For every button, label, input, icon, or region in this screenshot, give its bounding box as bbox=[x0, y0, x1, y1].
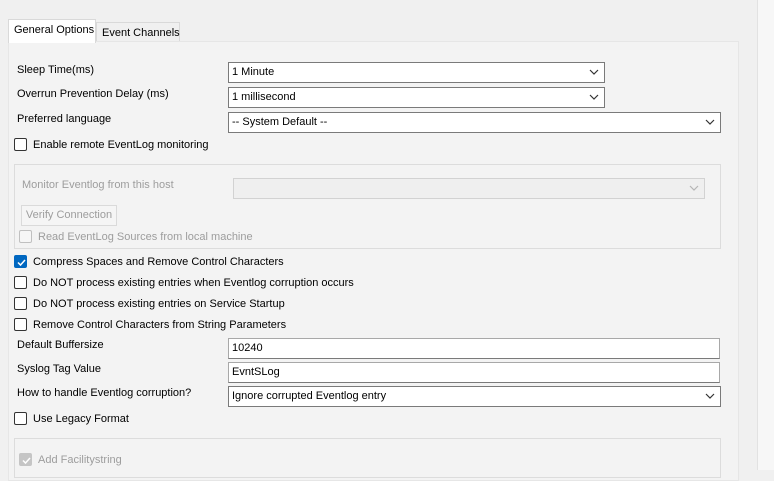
overrun-delay-value: 1 millisecond bbox=[232, 91, 296, 103]
chevron-down-icon bbox=[589, 69, 599, 75]
checkmark-icon bbox=[17, 259, 26, 267]
sleep-time-label: Sleep Time(ms) bbox=[17, 64, 95, 76]
chevron-down-icon bbox=[705, 119, 715, 125]
corruption-handling-value: Ignore corrupted Eventlog entry bbox=[232, 390, 387, 402]
add-facility-label: Add Facilitystring bbox=[38, 454, 122, 466]
vertical-scrollbar[interactable] bbox=[757, 0, 774, 470]
legacy-format-checkbox[interactable] bbox=[14, 412, 27, 425]
overrun-delay-label: Overrun Prevention Delay (ms) bbox=[17, 88, 169, 100]
no-process-startup-checkbox[interactable] bbox=[14, 297, 27, 310]
tab-bar: Event Channels General Options bbox=[0, 0, 757, 44]
preferred-language-label: Preferred language bbox=[17, 113, 112, 125]
verify-connection-button[interactable]: Verify Connection bbox=[21, 205, 117, 226]
preferred-language-select[interactable]: -- System Default -- bbox=[228, 112, 721, 133]
default-buffersize-input[interactable]: 10240 bbox=[228, 338, 720, 359]
default-buffersize-label: Default Buffersize bbox=[17, 339, 104, 351]
remove-control-chars-checkbox[interactable] bbox=[14, 318, 27, 331]
enable-remote-label: Enable remote EventLog monitoring bbox=[33, 139, 209, 151]
legacy-format-label: Use Legacy Format bbox=[33, 413, 129, 425]
corruption-handling-label: How to handle Eventlog corruption? bbox=[17, 387, 192, 399]
syslog-tag-label: Syslog Tag Value bbox=[17, 363, 101, 375]
corruption-handling-select[interactable]: Ignore corrupted Eventlog entry bbox=[228, 386, 721, 407]
checkmark-icon bbox=[22, 457, 31, 465]
no-process-startup-label: Do NOT process existing entries on Servi… bbox=[33, 298, 285, 310]
add-facility-checkbox[interactable] bbox=[19, 453, 32, 466]
no-process-corruption-label: Do NOT process existing entries when Eve… bbox=[33, 277, 354, 289]
chevron-down-icon bbox=[705, 393, 715, 399]
read-sources-checkbox[interactable] bbox=[19, 230, 32, 243]
overrun-delay-select[interactable]: 1 millisecond bbox=[228, 87, 605, 108]
sleep-time-value: 1 Minute bbox=[232, 66, 275, 78]
chevron-down-icon bbox=[689, 185, 699, 191]
read-sources-label: Read EventLog Sources from local machine bbox=[38, 231, 253, 243]
preferred-language-value: -- System Default -- bbox=[232, 116, 328, 128]
enable-remote-checkbox[interactable] bbox=[14, 138, 27, 151]
sleep-time-select[interactable]: 1 Minute bbox=[228, 62, 605, 83]
compress-spaces-label: Compress Spaces and Remove Control Chara… bbox=[33, 256, 284, 268]
chevron-down-icon bbox=[589, 94, 599, 100]
tab-general-options[interactable]: General Options bbox=[8, 19, 96, 43]
no-process-corruption-checkbox[interactable] bbox=[14, 276, 27, 289]
monitor-host-label: Monitor Eventlog from this host bbox=[22, 179, 174, 191]
remove-control-chars-label: Remove Control Characters from String Pa… bbox=[33, 319, 287, 331]
compress-spaces-checkbox[interactable] bbox=[14, 255, 27, 268]
monitor-host-select[interactable] bbox=[233, 178, 705, 199]
syslog-tag-input[interactable]: EvntSLog bbox=[228, 362, 720, 383]
